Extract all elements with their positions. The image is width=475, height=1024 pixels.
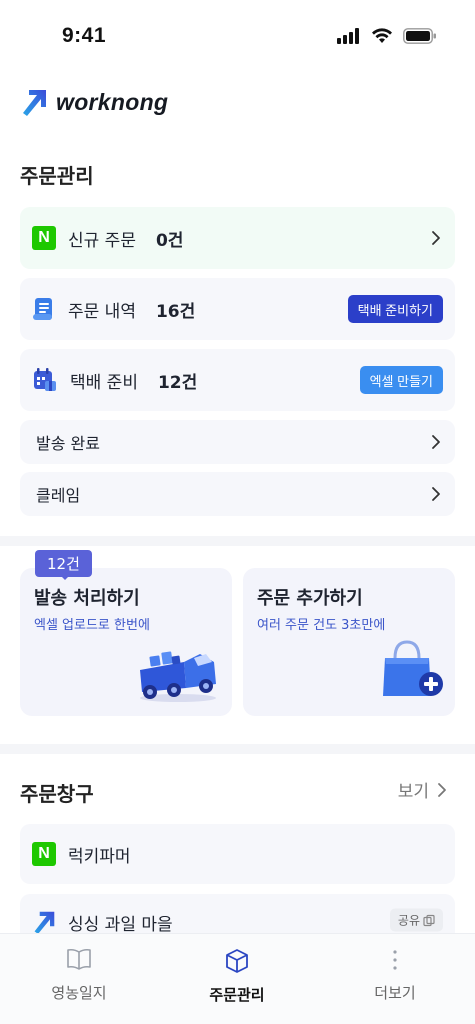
nav-label: 영농일지 [51,984,107,1002]
more-dots-icon [393,950,397,970]
nav-more[interactable]: 더보기 [335,948,455,1003]
card-add-order[interactable]: 주문 추가하기 여러 주문 건도 3초만에 [243,568,455,716]
channel-item[interactable]: N 럭키파머 [20,824,455,884]
worknong-logo-icon [34,911,55,934]
order-channels-more-link[interactable]: 보기 [398,777,447,802]
more-label: 보기 [397,782,429,802]
status-icons [337,28,437,44]
row-new-orders[interactable]: N 신규 주문 0건 [20,207,455,269]
card-subtitle: 엑셀 업로드로 한번에 [34,618,150,633]
order-channels-title: 주문창구 [20,782,94,806]
shopping-bag-plus-icon [383,640,443,696]
row-label: 발송 완료 [36,434,100,453]
card-title: 주문 추가하기 [257,588,363,609]
naver-n-icon: N [32,842,56,866]
status-bar: 9:41 [0,0,475,74]
nav-label: 더보기 [374,984,416,1002]
worknong-logo-icon [23,90,46,116]
bottom-nav: 영농일지 주문관리 더보기 [0,933,475,1024]
nav-farm-journal[interactable]: 영농일지 [19,948,139,1003]
row-label: 클레임 [36,486,81,505]
book-icon [67,948,91,970]
logo-text: worknong [56,88,169,115]
card-title: 발송 처리하기 [34,588,140,609]
box-icon [226,949,248,973]
prepare-delivery-button[interactable]: 택배 준비하기 [347,295,443,323]
calendar-box-icon [34,368,56,391]
status-time: 9:41 [62,24,107,47]
copy-icon [423,914,435,926]
chevron-right-icon [432,435,440,449]
order-management-title: 주문관리 [20,164,94,188]
chevron-right-icon [432,487,440,501]
section-divider [0,744,475,754]
chevron-right-icon [438,782,446,797]
app-logo: worknong [20,88,168,116]
naver-n-icon: N [32,226,56,250]
row-delivery-prep[interactable]: 택배 준비 12건 엑셀 만들기 [20,349,455,411]
share-button[interactable]: 공유 [389,908,443,932]
row-shipped[interactable]: 발송 완료 [20,420,455,464]
row-label: 신규 주문 [68,230,136,251]
delivery-truck-icon [140,651,216,702]
row-count: 0건 [155,230,184,251]
chevron-right-icon [432,231,440,245]
badge-tail [60,575,70,580]
row-label: 택배 준비 [70,372,138,393]
row-claims[interactable]: 클레임 [20,472,455,516]
pending-count-badge: 12건 [35,550,92,577]
channel-label: 럭키파머 [68,846,131,867]
card-subtitle: 여러 주문 건도 3초만에 [257,618,386,633]
section-divider [0,536,475,546]
row-order-history[interactable]: 주문 내역 16건 택배 준비하기 [20,278,455,340]
share-label: 공유 [397,913,420,928]
document-icon [33,298,52,320]
channel-label: 싱싱 과일 마을 [68,915,173,935]
nav-label: 주문관리 [209,986,265,1004]
row-count: 16건 [155,301,196,322]
row-label: 주문 내역 [68,301,136,322]
battery-icon [403,28,436,44]
nav-order-management[interactable]: 주문관리 [177,948,297,1005]
card-process-shipping[interactable]: 발송 처리하기 엑셀 업로드로 한번에 [20,568,232,716]
row-count: 12건 [157,372,198,393]
signal-icon [337,28,359,44]
wifi-icon [372,28,392,43]
make-excel-button[interactable]: 엑셀 만들기 [359,366,443,394]
